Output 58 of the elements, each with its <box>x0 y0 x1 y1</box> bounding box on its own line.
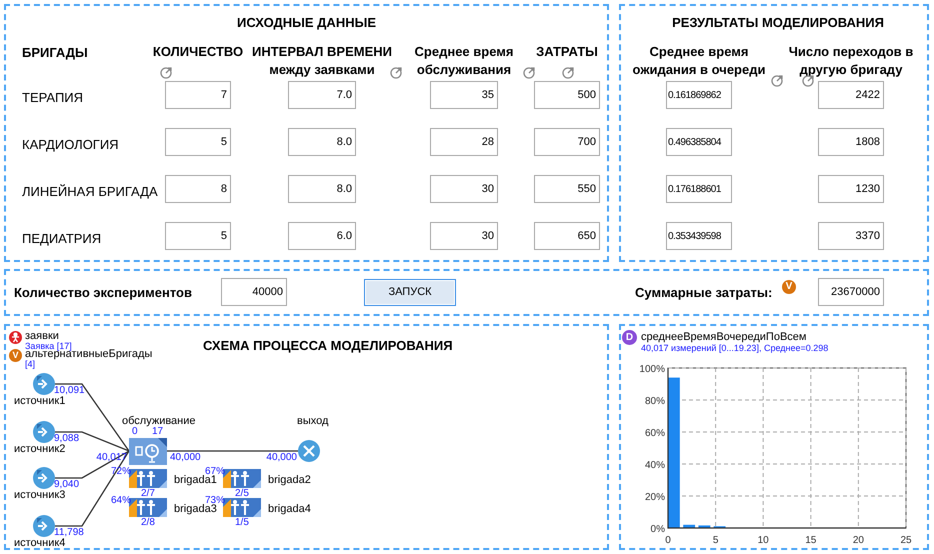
column-header: Среднее время ожидания в очереди <box>632 43 766 79</box>
chart-summary: 40,017 измерений [0...19.23], Среднее=0.298 <box>641 344 828 354</box>
axis-tick-label: 10 <box>758 535 769 546</box>
block-label: обслуживание <box>122 416 196 428</box>
usage-label: 2/7 <box>141 489 155 500</box>
count-label: 40,000 <box>266 453 297 464</box>
row-label: КАРДИОЛОГИЯ <box>22 136 120 154</box>
axis-tick-label: 0% <box>650 524 665 536</box>
axis-tick-label: 20% <box>644 492 665 504</box>
axis-tick-label: 0 <box>665 535 671 546</box>
count-label: 9,088 <box>54 434 80 444</box>
variable-icon: D <box>622 330 637 346</box>
block-label: источник4 <box>14 538 66 550</box>
axis-tick-label: 5 <box>712 535 718 546</box>
chart-title: среднееВремяВочередиПоВсем <box>641 332 806 344</box>
axis-tick-label: 20 <box>852 535 864 546</box>
axis-tick-label: 100% <box>639 364 665 376</box>
block-label: источник2 <box>14 444 66 456</box>
legend-label: заявки <box>25 331 59 342</box>
count-label: 0 <box>132 427 138 438</box>
usage-label: 2/8 <box>141 518 155 528</box>
column-header: КОЛИЧЕСТВО <box>152 43 244 61</box>
row-label: ТЕРАПИЯ <box>22 89 84 108</box>
count-label: 10,091 <box>54 386 85 396</box>
count-label: 40,000 <box>170 453 201 464</box>
block-label: brigada3 <box>174 504 217 516</box>
legend-value: Заявка [17] <box>25 342 72 352</box>
block-label: brigada1 <box>174 475 217 486</box>
count-label: 17 <box>152 427 164 438</box>
axis-tick-label: 40% <box>644 460 665 472</box>
block-label: источник1 <box>14 396 66 408</box>
axis-tick-label: 60% <box>644 428 665 440</box>
section-title: ИСХОДНЫЕ ДАННЫЕ <box>236 15 377 31</box>
column-header: Число переходов в другую бригаду <box>788 43 914 79</box>
block-label: brigada4 <box>268 504 311 516</box>
legend-label: альтернативныеБригады <box>25 349 152 360</box>
experiments-label: Количество экспериментов <box>14 284 193 302</box>
usage-label: 1/5 <box>235 518 249 528</box>
axis-tick-label: 25 <box>900 535 912 546</box>
row-label: ПЕДИАТРИЯ <box>22 230 102 248</box>
count-label: 9,040 <box>54 480 80 490</box>
variable-icon: V <box>782 280 796 294</box>
column-header: ИНТЕРВАЛ ВРЕМЕНИ между заявками <box>252 43 392 79</box>
axis-tick-label: 15 <box>805 535 816 546</box>
total-cost-label: Суммарные затраты: <box>635 284 774 302</box>
block-label: источник3 <box>14 490 66 502</box>
block-label: выход <box>297 416 328 428</box>
row-label: ЛИНЕЙНАЯ БРИГАДА <box>22 183 159 202</box>
variable-icon: V <box>9 349 22 362</box>
column-header: ЗАТРАТЫ <box>536 43 598 61</box>
block-label: brigada2 <box>268 475 311 486</box>
axis-tick-label: 80% <box>644 396 665 408</box>
diagram-title: СХЕМА ПРОЦЕССА МОДЕЛИРОВАНИЯ <box>203 339 453 352</box>
column-header: Среднее время обслуживания <box>414 43 514 79</box>
count-label: 11,798 <box>54 528 84 538</box>
usage-label: 2/5 <box>235 489 249 500</box>
section-title: РЕЗУЛЬТАТЫ МОДЕЛИРОВАНИЯ <box>671 15 885 31</box>
legend-value: [4] <box>25 360 36 370</box>
